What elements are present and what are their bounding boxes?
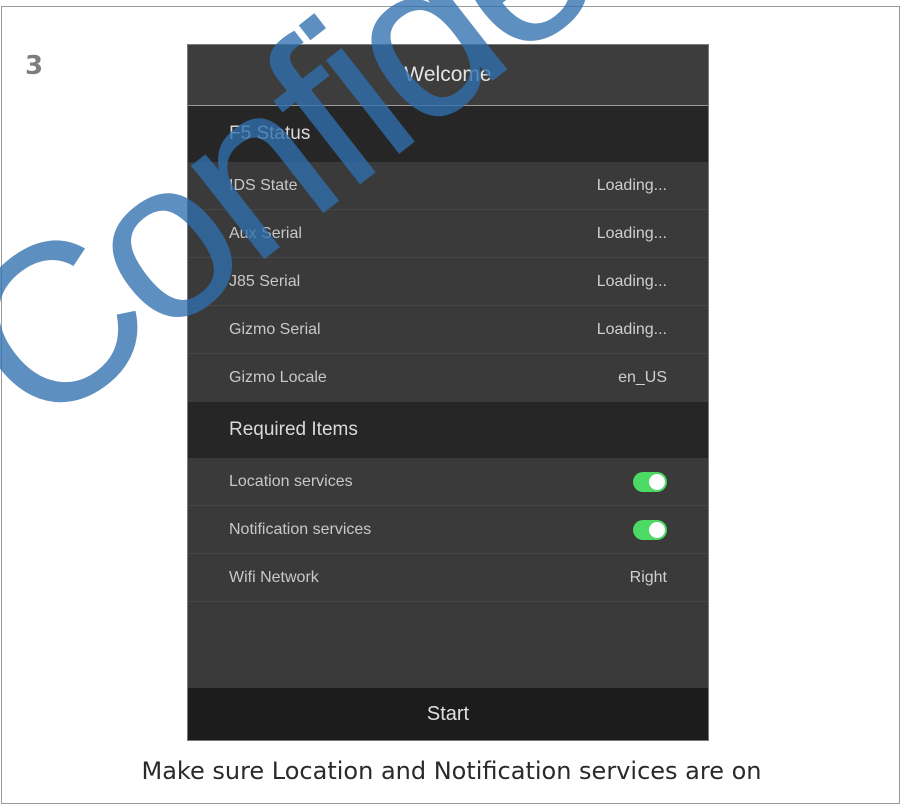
row-value: en_US [618, 369, 667, 386]
row-value: Loading... [596, 224, 667, 242]
status-row-gizmo-locale: Gizmo Locale en_US [188, 354, 708, 402]
instruction-caption: Make sure Location and Notification serv… [141, 757, 762, 785]
row-label: IDS State [229, 176, 298, 194]
row-value: Loading... [596, 320, 667, 338]
status-row-ids-state: IDS State Loading... [188, 162, 708, 210]
location-services-toggle[interactable] [633, 471, 667, 492]
screen-title: Welcome [188, 45, 708, 106]
row-value: Loading... [596, 272, 667, 290]
toggle-knob [649, 521, 665, 538]
row-label: Gizmo Serial [229, 320, 321, 338]
row-label: Wifi Network [229, 568, 319, 586]
start-button[interactable]: Start [188, 688, 708, 740]
status-row-j85-serial: J85 Serial Loading... [188, 258, 708, 306]
notification-services-toggle[interactable] [633, 519, 667, 540]
empty-area [188, 602, 708, 680]
status-row-aux-serial: Aux Serial Loading... [188, 210, 708, 258]
phone-screen: Welcome F5 Status IDS State Loading... A… [187, 44, 709, 741]
row-label: J85 Serial [229, 272, 301, 290]
step-number: 3 [25, 51, 44, 81]
row-value: Loading... [596, 176, 667, 194]
row-label: Notification services [229, 520, 372, 538]
section-header-f5-status: F5 Status [188, 106, 708, 162]
required-row-location-services: Location services [188, 458, 708, 506]
status-row-gizmo-serial: Gizmo Serial Loading... [188, 306, 708, 354]
required-row-notification-services: Notification services [188, 506, 708, 554]
required-row-wifi-network[interactable]: Wifi Network Right [188, 554, 708, 602]
section-header-required-items: Required Items [188, 402, 708, 458]
toggle-knob [649, 473, 665, 490]
row-label: Aux Serial [229, 224, 302, 242]
row-label: Location services [229, 472, 353, 490]
row-label: Gizmo Locale [229, 369, 327, 386]
row-value: Right [629, 568, 667, 586]
